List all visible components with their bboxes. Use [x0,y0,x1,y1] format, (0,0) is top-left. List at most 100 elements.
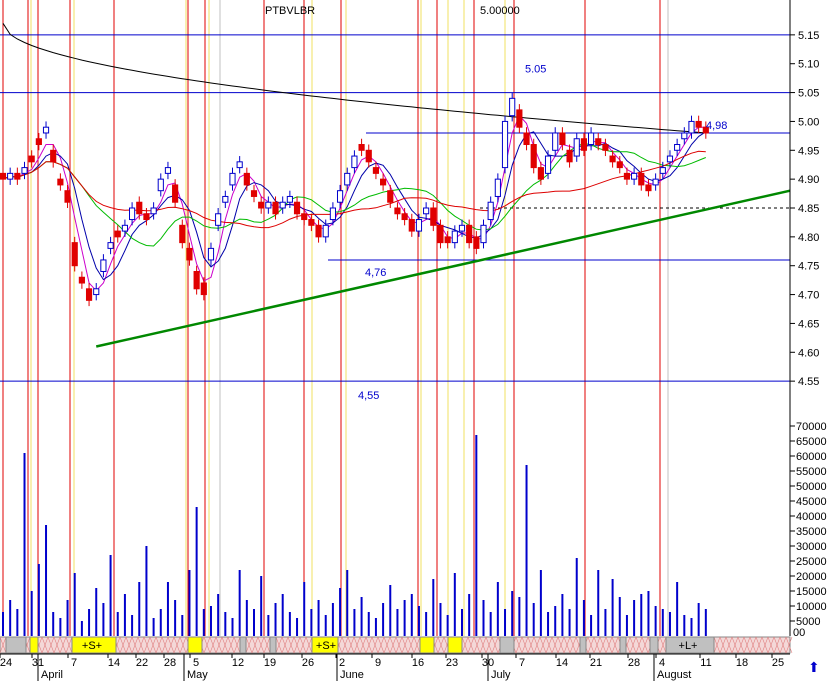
candle-body [186,247,193,261]
date-tick-label: 4 [659,657,665,669]
candle-body [243,172,250,186]
candle-body [215,213,222,226]
candle-body [308,219,315,226]
candle-body [143,213,150,221]
candle-body [21,167,28,174]
signal-label: +S+ [82,640,102,652]
candle-body [71,242,78,267]
volume-tick-label: 55000 [796,466,827,478]
price-tick-label: 5.00 [798,116,819,128]
signal-block-grey [499,636,515,654]
candle-body [200,282,207,296]
candle-body [279,201,286,209]
candle-body [444,236,451,244]
month-label: July [491,669,511,681]
candle-body [207,247,215,261]
level-label: 4,55 [358,390,379,402]
candle-body [157,178,164,192]
price-tick-label: 5.10 [798,59,819,71]
candle-body [487,201,494,221]
scroll-up-arrow[interactable]: ⬆ [808,659,820,675]
candle-body [458,224,466,232]
date-tick-label: 9 [375,657,381,669]
chart-background [2,0,669,636]
candle-body [222,195,229,203]
price-tick-label: 4.95 [798,145,819,157]
month-label: May [187,669,208,681]
signal-block-yellow [187,636,203,654]
candle-body [301,213,308,221]
date-tick-label: 7 [71,657,77,669]
candle-body [423,207,430,215]
month-label: June [340,669,364,681]
volume-bars [2,435,707,636]
volume-tick-label: 40000 [796,511,827,523]
candle-body [587,132,595,146]
candle-body [509,97,516,117]
level-label: 4,76 [365,267,386,279]
date-tick-label: 21 [590,657,602,669]
date-tick-label: 5 [193,657,199,669]
signal-block-yellow [447,636,463,654]
candle-body [552,132,559,151]
stock-chart: 4.55 4.60 4.65 4.70 4.75 4.80 4.85 4.90 4.95 5.00… [0,0,837,681]
candle-body [480,224,487,244]
candle-body [415,219,423,232]
candle-body [250,190,258,197]
candle-body [150,207,157,215]
candle-body [35,138,42,146]
candle-body [380,178,387,186]
candle-body [344,172,351,186]
month-label: April [41,669,63,681]
date-tick-label: 26 [302,657,314,669]
candle-body [236,161,243,169]
candle-body [50,149,57,163]
candle-body [293,201,301,215]
candle-body [229,172,236,186]
signal-label: +L+ [679,640,698,652]
candle-body [286,195,293,203]
signal-block-yellow [29,636,39,654]
candle-body [387,190,394,203]
candle-body [501,120,509,169]
candle-body [358,144,365,151]
candle-body [114,230,121,238]
candle-body [28,155,35,163]
candle-body [451,230,458,244]
candle-body [107,242,114,249]
candle-body [401,213,408,221]
date-tick-label: 28 [628,657,640,669]
date-tick-label: 16 [412,657,424,669]
candle-body [14,172,21,180]
candle-body [595,138,602,146]
candle-body [42,126,50,134]
date-tick-label: 11 [700,657,711,669]
price-tick-label: 4.70 [798,290,819,302]
candle-body [602,144,609,151]
date-tick-label: 25 [772,657,784,669]
signal-block-grey [619,636,627,654]
candle-body [258,201,265,209]
candle-body [631,172,638,180]
candle-body [537,167,544,180]
candle-body [121,224,129,232]
volume-tick-label: 30000 [796,541,827,553]
level-label: 5.05 [525,64,546,76]
candle-body [473,236,480,249]
candle-body [674,144,681,151]
candle-body [609,155,616,163]
volume-tick-label: 45000 [796,496,827,508]
candle-body [580,138,587,151]
candle-body [645,184,652,192]
price-tick-label: 4.60 [798,347,819,359]
candle-body [408,219,415,232]
candle-body [351,155,358,169]
candle-body [164,167,172,174]
date-tick-label: 12 [232,657,244,669]
candle-body [0,172,7,180]
candle-body [638,172,645,186]
candle-body [372,167,380,174]
volume-tick-label: 35000 [796,526,827,538]
candle-body [78,276,85,284]
signal-label: +S+ [316,640,336,652]
